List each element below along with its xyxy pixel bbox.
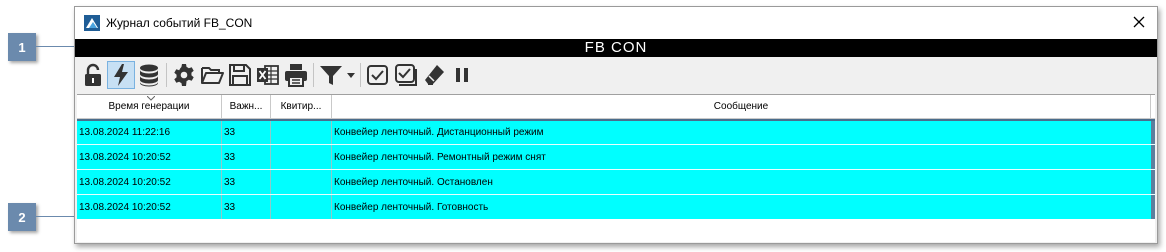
acknowledge-button[interactable] [364, 61, 392, 89]
cell-ack [271, 195, 332, 219]
cell-time: 13.08.2024 10:20:52 [77, 170, 222, 194]
cell-priority: 33 [222, 195, 271, 219]
clear-button[interactable] [420, 61, 448, 89]
table-row[interactable]: 13.08.2024 11:22:16 33 Конвейер ленточны… [77, 119, 1155, 144]
pause-icon [456, 68, 468, 82]
close-icon[interactable] [1131, 14, 1147, 30]
pause-button[interactable] [448, 61, 476, 89]
event-log-window: Журнал событий FB_CON FB CON Время генер… [74, 6, 1158, 244]
cell-time: 13.08.2024 11:22:16 [77, 121, 222, 144]
table-row[interactable]: 13.08.2024 10:20:52 33 Конвейер ленточны… [77, 194, 1155, 219]
column-header-priority[interactable]: Важн... [222, 95, 271, 118]
excel-icon [257, 65, 279, 85]
cell-message: Конвейер ленточный. Ремонтный режим снят [334, 151, 546, 163]
column-header-message[interactable]: Сообщение [332, 95, 1151, 118]
toolbar-separator [313, 63, 314, 87]
database-button[interactable] [135, 61, 163, 89]
caret-down-icon [347, 72, 355, 78]
cell-priority: 33 [222, 145, 271, 169]
cell-ack [271, 145, 332, 169]
row-edge-marker [1151, 145, 1155, 169]
filter-button[interactable] [317, 61, 345, 89]
checkbox-all-icon [395, 64, 417, 86]
folder-open-icon [201, 67, 224, 84]
lock-icon [85, 63, 101, 86]
table-header: Время генерации Важн... Квитир... Сообще… [77, 95, 1155, 119]
callout-marker-2: 2 [8, 203, 36, 231]
database-icon [140, 64, 158, 87]
cell-ack [271, 170, 332, 194]
table-row[interactable]: 13.08.2024 10:20:52 33 Конвейер ленточны… [77, 169, 1155, 194]
window-title: Журнал событий FB_CON [106, 16, 253, 30]
eraser-icon [425, 65, 444, 85]
cell-time: 13.08.2024 10:20:52 [77, 145, 222, 169]
print-icon [285, 64, 307, 87]
row-edge-marker [1151, 121, 1155, 144]
title-bar: Журнал событий FB_CON [75, 7, 1157, 39]
column-header-ack[interactable]: Квитир... [271, 95, 332, 118]
cell-message: Конвейер ленточный. Остановлен [334, 176, 493, 188]
callout-marker-1: 1 [8, 33, 36, 61]
toolbar-separator [166, 63, 167, 87]
cell-priority: 33 [222, 170, 271, 194]
filter-dropdown[interactable] [345, 61, 357, 89]
save-icon [229, 64, 251, 86]
cell-message: Конвейер ленточный. Готовность [334, 201, 489, 213]
export-excel-button[interactable] [254, 61, 282, 89]
cell-time: 13.08.2024 10:20:52 [77, 195, 222, 219]
object-header: FB CON [75, 39, 1157, 57]
row-edge-marker [1151, 195, 1155, 219]
save-button[interactable] [226, 61, 254, 89]
sort-indicator-icon [147, 96, 155, 101]
lock-button[interactable] [79, 61, 107, 89]
print-button[interactable] [282, 61, 310, 89]
toolbar-separator [360, 63, 361, 87]
cell-message: Конвейер ленточный. Дистанционный режим [334, 127, 544, 138]
event-table: Время генерации Важн... Квитир... Сообще… [77, 94, 1155, 242]
lightning-icon [114, 64, 128, 86]
toolbar [75, 57, 1157, 93]
settings-button[interactable] [170, 61, 198, 89]
gear-icon [174, 64, 194, 86]
cell-ack [271, 121, 332, 144]
acknowledge-all-button[interactable] [392, 61, 420, 89]
table-row[interactable]: 13.08.2024 10:20:52 33 Конвейер ленточны… [77, 144, 1155, 169]
checkbox-icon [367, 65, 388, 85]
open-button[interactable] [198, 61, 226, 89]
row-edge-marker [1151, 170, 1155, 194]
lightning-button[interactable] [107, 61, 135, 89]
cell-priority: 33 [222, 121, 271, 144]
app-logo-icon [84, 15, 100, 31]
filter-icon [320, 66, 342, 85]
